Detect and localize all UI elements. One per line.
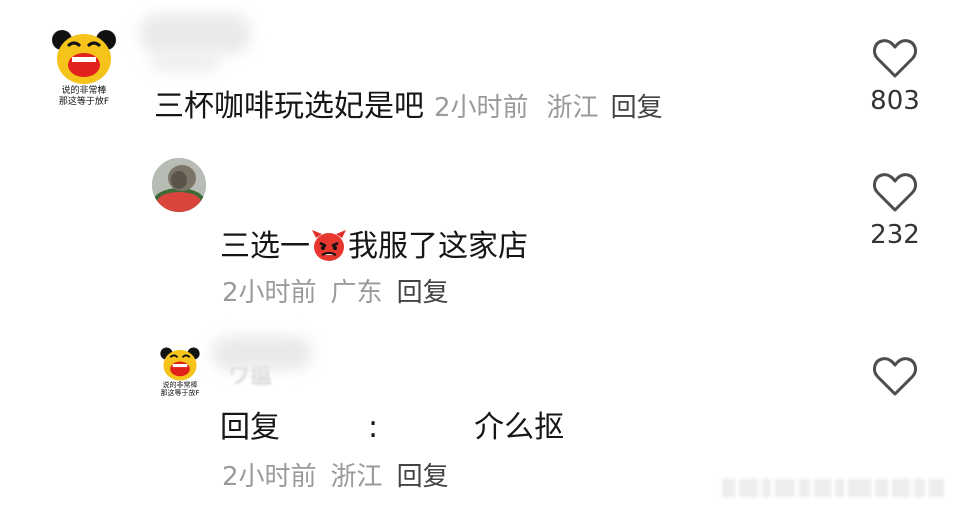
comment-time: 2小时前 (222, 462, 317, 492)
blurred-username[interactable] (212, 336, 312, 370)
comment-text[interactable]: 三杯咖啡玩选妃是吧 2小时前 浙江 回复 (154, 89, 663, 126)
comment-body: 三杯咖啡玩选妃是吧 (154, 89, 424, 124)
comment-body-end: 我服了这家店 (348, 229, 528, 264)
avatar-caption-line-1: 说的非常棒 (162, 381, 198, 389)
avatar[interactable] (152, 158, 206, 212)
reply-button[interactable]: 回复 (397, 462, 449, 492)
devil-emoji-icon (310, 228, 348, 262)
blurred-username[interactable] (140, 14, 250, 54)
like-button[interactable] (860, 356, 930, 398)
comment-body: 介么抠 (474, 410, 565, 445)
laughing-face-icon (52, 30, 116, 84)
comment-location: 广东 (330, 278, 383, 308)
avatar-photo-image (152, 158, 206, 212)
comment-body-start: 三选一 (220, 229, 310, 264)
heart-icon (873, 39, 917, 78)
reply-prefix: 回复 (220, 410, 280, 445)
comment-text[interactable]: 三选一 我服了这家店 (220, 228, 528, 265)
reply-button[interactable]: 回复 (611, 93, 663, 123)
avatar-caption-line-1: 说的非常棒 (61, 86, 107, 96)
like-button[interactable]: 232 (860, 172, 930, 250)
comment-location: 浙江 (546, 93, 599, 123)
comment-location: 浙江 (330, 462, 383, 492)
laughing-face-icon (160, 347, 200, 381)
like-button[interactable]: 803 (860, 38, 930, 116)
reply-colon: : (368, 410, 379, 445)
avatar-meme[interactable]: 说的非常棒 那这等于放F (158, 345, 202, 397)
blurred-username-secondary (150, 52, 220, 72)
comment-text[interactable]: 回复: 介么抠 (220, 410, 564, 446)
like-count: 803 (870, 86, 920, 116)
avatar-meme[interactable]: 说的非常棒 那这等于放F (50, 26, 118, 108)
comment-meta: 2小时前 广东 回复 (222, 277, 463, 309)
avatar-caption-line-2: 那这等于放F (160, 389, 200, 397)
like-count: 232 (870, 220, 920, 250)
avatar-caption-line-2: 那这等于放F (58, 97, 110, 107)
reply-button[interactable]: 回复 (397, 278, 449, 308)
watermark (722, 476, 944, 500)
comment-time: 2小时前 (434, 93, 529, 123)
heart-icon (873, 357, 917, 396)
heart-icon (873, 173, 917, 212)
comment-meta: 2小时前 浙江 回复 (222, 461, 463, 493)
comment-time: 2小时前 (222, 278, 317, 308)
